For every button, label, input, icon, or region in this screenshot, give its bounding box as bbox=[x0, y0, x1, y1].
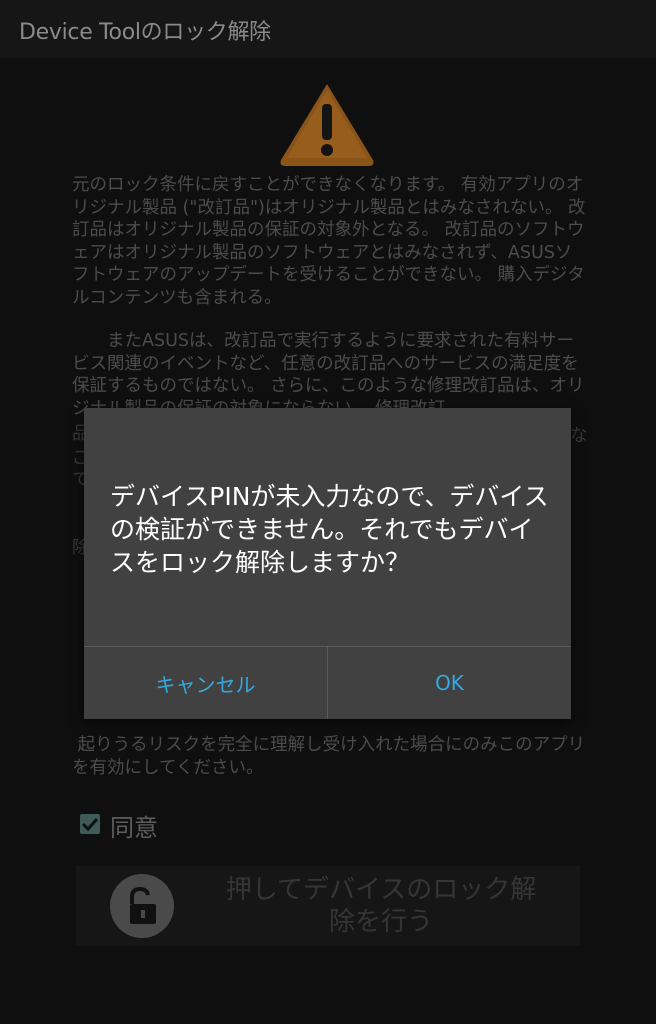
warning-icon bbox=[280, 84, 374, 166]
unlock-label-line1: 押してデバイスのロック解 bbox=[225, 875, 537, 905]
agree-checkbox-row[interactable]: 同意 bbox=[78, 808, 218, 842]
dialog-message: デバイスPINが未入力なので、デバイスの検証ができません。それでもデバイスをロッ… bbox=[110, 482, 549, 577]
unlock-device-button[interactable]: 押してデバイスのロック解 除を行う bbox=[76, 866, 580, 946]
app-bar: Device Toolのロック解除 bbox=[0, 0, 656, 58]
agree-checkbox[interactable] bbox=[80, 814, 100, 834]
terms-paragraph-3: 起りうるリスクを完全に理解し受け入れた場合にのみこのアプリを有効にしてください。 bbox=[72, 735, 586, 778]
agree-label: 同意 bbox=[110, 814, 158, 842]
check-icon bbox=[82, 817, 98, 831]
ok-button[interactable]: OK bbox=[328, 647, 571, 719]
terms-paragraph-2: またASUSは、改訂品で実行するように要求された有料サービス関連のイベントなど、… bbox=[72, 331, 585, 419]
unlock-icon bbox=[110, 874, 174, 938]
unlock-button-label: 押してデバイスのロック解 除を行う bbox=[196, 874, 566, 938]
cancel-button[interactable]: キャンセル bbox=[84, 647, 327, 719]
unlock-label-line2: 除を行う bbox=[328, 907, 433, 937]
confirm-dialog: デバイスPINが未入力なので、デバイスの検証ができません。それでもデバイスをロッ… bbox=[84, 408, 571, 719]
terms-fragment: な bbox=[570, 426, 588, 446]
app-title: Device Toolのロック解除 bbox=[19, 20, 271, 45]
terms-paragraph-1: 元のロック条件に戻すことができなくなります。 有効アプリのオリジナル製品 ("改… bbox=[72, 175, 586, 308]
